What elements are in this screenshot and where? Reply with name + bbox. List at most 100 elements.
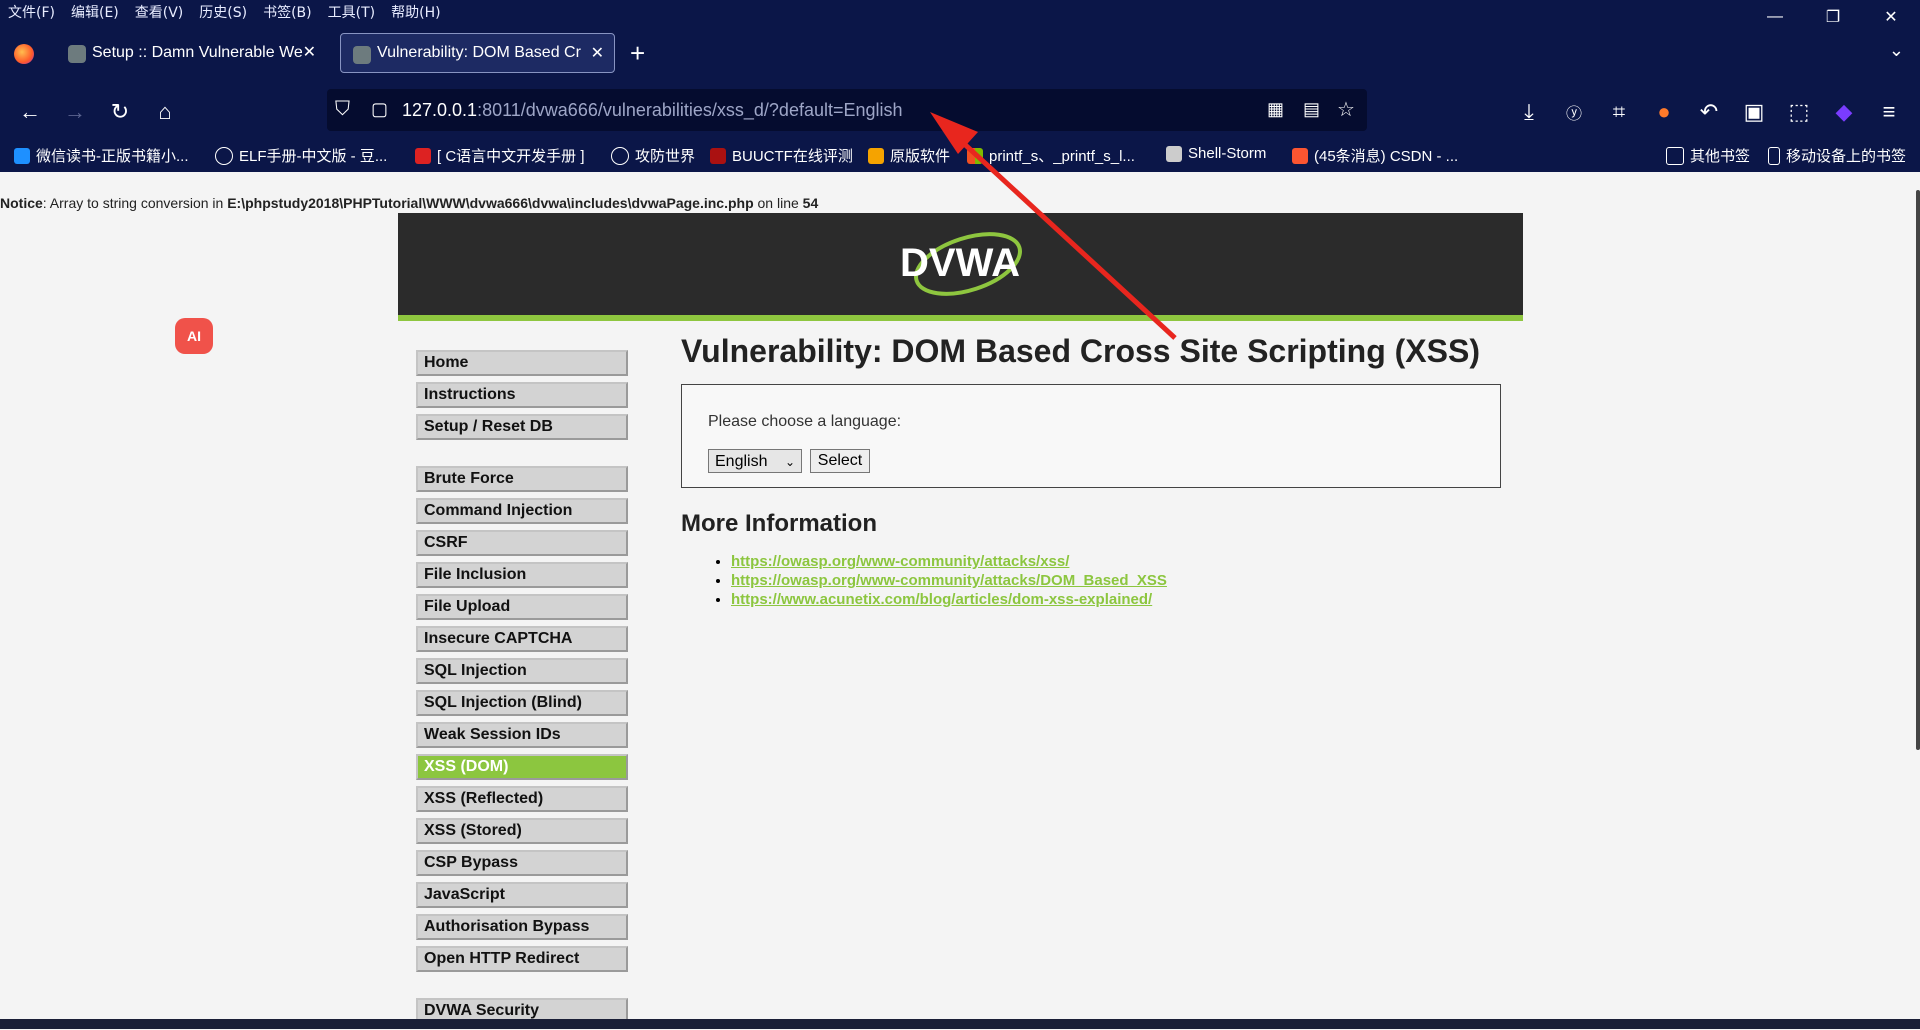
sidebar-item-xss-dom[interactable]: XSS (DOM) bbox=[416, 754, 628, 780]
bookmark-item[interactable]: printf_s、_printf_s_l... bbox=[967, 145, 1135, 166]
sidebar-item-home[interactable]: Home bbox=[416, 350, 628, 376]
sidebar-item-xss-stored[interactable]: XSS (Stored) bbox=[416, 818, 628, 844]
menu-edit[interactable]: 编辑(E) bbox=[63, 2, 127, 22]
bookmark-other[interactable]: 其他书签 bbox=[1666, 145, 1750, 166]
extensions-puzzle-icon[interactable]: ⬚ bbox=[1785, 98, 1813, 126]
sidebar-item-command-injection[interactable]: Command Injection bbox=[416, 498, 628, 524]
close-tab-icon[interactable]: ✕ bbox=[303, 42, 316, 62]
select-button[interactable]: Select bbox=[810, 449, 870, 473]
bookmark-item[interactable]: 原版软件 bbox=[868, 145, 950, 166]
dvwa-favicon-icon bbox=[68, 45, 86, 63]
url-text[interactable]: 127.0.0.1:8011/dvwa666/vulnerabilities/x… bbox=[402, 100, 903, 121]
owasp-dom-xss-link[interactable]: https://owasp.org/www-community/attacks/… bbox=[731, 572, 1167, 589]
close-tab-icon[interactable]: ✕ bbox=[591, 43, 604, 63]
logo-text: DVWA bbox=[900, 241, 1020, 285]
extension-y-icon[interactable]: ⓨ bbox=[1560, 98, 1588, 126]
firefox-icon[interactable] bbox=[14, 44, 34, 64]
new-tab-button[interactable]: + bbox=[630, 38, 645, 69]
status-strip bbox=[0, 1019, 1920, 1029]
tab-vulnerability[interactable]: Vulnerability: DOM Based Cr ✕ bbox=[340, 33, 615, 73]
reader-view-icon[interactable]: ▤ bbox=[1303, 99, 1320, 120]
menu-history[interactable]: 历史(S) bbox=[191, 2, 255, 22]
menu-tools[interactable]: 工具(T) bbox=[320, 2, 383, 22]
shell-storm-icon bbox=[1166, 145, 1182, 162]
sidebar-item-javascript[interactable]: JavaScript bbox=[416, 882, 628, 908]
url-path: :8011/dvwa666/vulnerabilities/xss_d/?def… bbox=[477, 99, 903, 120]
sidebar-item-csrf[interactable]: CSRF bbox=[416, 530, 628, 556]
select-value: English bbox=[715, 453, 768, 470]
sidebar-item-weak-session-ids[interactable]: Weak Session IDs bbox=[416, 722, 628, 748]
dvwa-logo: DVWA bbox=[900, 232, 1022, 296]
bookmark-label: ELF手册-中文版 - 豆... bbox=[239, 148, 388, 165]
bookmark-star-icon[interactable]: ☆ bbox=[1337, 97, 1355, 122]
sidebar-item-open-redirect[interactable]: Open HTTP Redirect bbox=[416, 946, 628, 972]
notice-path: E:\phpstudy2018\PHPTutorial\WWW\dvwa666\… bbox=[227, 195, 754, 211]
extension-badge-icon[interactable]: ▣ bbox=[1740, 98, 1768, 126]
tab-setup[interactable]: Setup :: Damn Vulnerable We ✕ bbox=[56, 33, 326, 73]
bookmark-label: 原版软件 bbox=[890, 148, 951, 165]
bookmark-mobile[interactable]: 移动设备上的书签 bbox=[1768, 145, 1906, 166]
list-item: https://owasp.org/www-community/attacks/… bbox=[731, 552, 1501, 571]
dvwa-page: DVWA Home Instructions Setup / Reset DB … bbox=[398, 213, 1523, 1029]
globe-icon bbox=[215, 146, 233, 165]
menu-help[interactable]: 帮助(H) bbox=[383, 2, 448, 22]
acunetix-link[interactable]: https://www.acunetix.com/blog/articles/d… bbox=[731, 591, 1152, 608]
menu-bookmarks[interactable]: 书签(B) bbox=[255, 2, 320, 22]
bookmark-item[interactable]: (45条消息) CSDN - ... bbox=[1292, 145, 1458, 166]
shield-icon[interactable]: ⛉ bbox=[335, 98, 350, 121]
forward-arrow-icon[interactable]: → bbox=[61, 98, 89, 126]
bookmark-item[interactable]: ELF手册-中文版 - 豆... bbox=[215, 145, 387, 166]
hamburger-menu-icon[interactable]: ≡ bbox=[1875, 98, 1903, 126]
notice-label: Notice bbox=[0, 195, 43, 211]
home-icon[interactable]: ⌂ bbox=[151, 98, 179, 126]
sidebar-item-sql-injection-blind[interactable]: SQL Injection (Blind) bbox=[416, 690, 628, 716]
menu-bar: 文件(F) 编辑(E) 查看(V) 历史(S) 书签(B) 工具(T) 帮助(H… bbox=[0, 0, 1920, 24]
tab-list-chevron-icon[interactable]: ⌄ bbox=[1889, 40, 1904, 61]
extension-diamond-icon[interactable]: ◆ bbox=[1830, 98, 1858, 126]
tab-label: Setup :: Damn Vulnerable We bbox=[92, 44, 303, 61]
language-select[interactable]: English ⌄ bbox=[708, 449, 802, 473]
download-icon[interactable]: ⤓ bbox=[1515, 98, 1543, 126]
sidebar-item-file-inclusion[interactable]: File Inclusion bbox=[416, 562, 628, 588]
sidebar-item-setup[interactable]: Setup / Reset DB bbox=[416, 414, 628, 440]
sidebar-item-brute-force[interactable]: Brute Force bbox=[416, 466, 628, 492]
address-bar[interactable]: ⛉ ▢ 127.0.0.1:8011/dvwa666/vulnerabiliti… bbox=[327, 89, 1367, 131]
url-host: 127.0.0.1 bbox=[402, 99, 478, 120]
menu-view[interactable]: 查看(V) bbox=[127, 2, 192, 22]
page-scrollbar[interactable] bbox=[1916, 190, 1920, 750]
sidebar-item-file-upload[interactable]: File Upload bbox=[416, 594, 628, 620]
bookmark-item[interactable]: [ C语言中文开发手册 ] bbox=[415, 145, 585, 166]
qr-code-icon[interactable]: ▦ bbox=[1267, 99, 1284, 120]
nav-bar: ← → ↻ ⌂ ⛉ ▢ 127.0.0.1:8011/dvwa666/vulne… bbox=[0, 84, 1920, 139]
bookmark-label: BUUCTF在线评测 bbox=[732, 148, 853, 165]
sidebar-item-xss-reflected[interactable]: XSS (Reflected) bbox=[416, 786, 628, 812]
dvwa-favicon-icon bbox=[353, 46, 371, 64]
undo-icon[interactable]: ↶ bbox=[1695, 98, 1723, 126]
page-info-icon[interactable]: ▢ bbox=[371, 99, 388, 120]
sidebar-item-authorisation-bypass[interactable]: Authorisation Bypass bbox=[416, 914, 628, 940]
owasp-xss-link[interactable]: https://owasp.org/www-community/attacks/… bbox=[731, 553, 1069, 570]
bookmark-item[interactable]: 攻防世界 bbox=[611, 145, 695, 166]
list-item: https://www.acunetix.com/blog/articles/d… bbox=[731, 590, 1501, 609]
crop-icon[interactable]: ⌗ bbox=[1605, 98, 1633, 126]
sidebar-item-sql-injection[interactable]: SQL Injection bbox=[416, 658, 628, 684]
sidebar-item-insecure-captcha[interactable]: Insecure CAPTCHA bbox=[416, 626, 628, 652]
notice-text: : Array to string conversion in bbox=[42, 195, 228, 211]
csdn-icon bbox=[1292, 147, 1308, 164]
extension-fox-icon[interactable]: ● bbox=[1650, 98, 1678, 126]
bookmark-label: (45条消息) CSDN - ... bbox=[1314, 148, 1459, 165]
main-content: Vulnerability: DOM Based Cross Site Scri… bbox=[681, 333, 1501, 609]
menu-file[interactable]: 文件(F) bbox=[0, 2, 63, 22]
bookmark-item[interactable]: Shell-Storm bbox=[1166, 145, 1266, 162]
bookmark-label: 攻防世界 bbox=[635, 148, 696, 165]
sidebar-item-instructions[interactable]: Instructions bbox=[416, 382, 628, 408]
back-arrow-icon[interactable]: ← bbox=[16, 98, 44, 126]
bookmark-item[interactable]: 微信读书-正版书籍小... bbox=[14, 145, 189, 166]
chevron-down-icon: ⌄ bbox=[784, 455, 795, 469]
ai-assistant-button[interactable]: AI bbox=[175, 318, 213, 354]
bookmark-item[interactable]: BUUCTF在线评测 bbox=[710, 145, 853, 166]
reload-icon[interactable]: ↻ bbox=[106, 98, 134, 126]
sidebar-item-csp-bypass[interactable]: CSP Bypass bbox=[416, 850, 628, 876]
microsoft-icon bbox=[967, 147, 983, 164]
